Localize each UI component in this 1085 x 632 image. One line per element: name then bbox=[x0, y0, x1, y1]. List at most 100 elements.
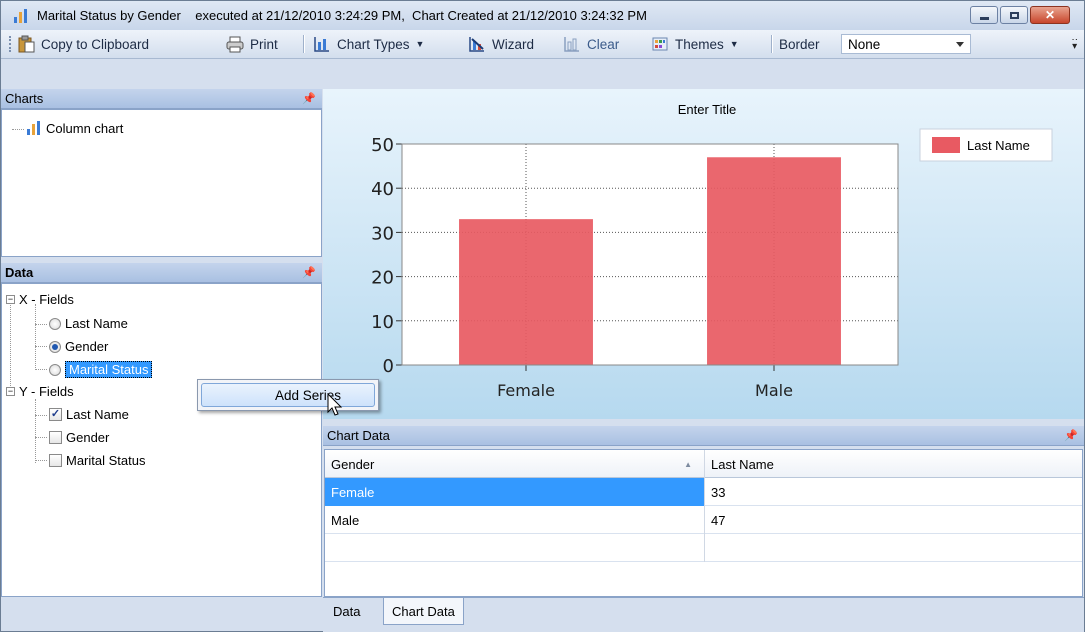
bar-chart-icon bbox=[14, 9, 27, 23]
border-label: Border bbox=[779, 30, 820, 58]
x-field-gender[interactable]: Gender bbox=[49, 339, 108, 354]
cell-last-name[interactable]: 33 bbox=[705, 478, 1082, 506]
x-tick-label: Female bbox=[497, 381, 555, 400]
tree-line bbox=[35, 460, 47, 461]
column-header-label: Gender bbox=[331, 456, 375, 472]
tree-line bbox=[10, 302, 11, 394]
grid-header-row: Gender ▲ Last Name bbox=[325, 450, 1082, 478]
tree-line bbox=[35, 399, 36, 463]
cell-empty[interactable] bbox=[325, 534, 705, 562]
chart-bar bbox=[707, 157, 841, 365]
cell-last-name[interactable]: 47 bbox=[705, 506, 1082, 534]
mouse-cursor-icon bbox=[327, 393, 343, 416]
sort-ascending-icon: ▲ bbox=[684, 459, 692, 469]
themes-button[interactable]: Themes ▼ bbox=[651, 30, 739, 58]
radio-last-name[interactable] bbox=[49, 317, 61, 330]
y-field-last-name[interactable]: ✓ Last Name bbox=[49, 407, 129, 422]
y-fields-node[interactable]: − Y - Fields bbox=[6, 384, 74, 399]
maximize-button[interactable] bbox=[1000, 6, 1028, 24]
column-chart: Enter Title 0 10 20 30 40 50 Female Male Last N… bbox=[371, 102, 1053, 400]
close-button[interactable]: ✕ bbox=[1030, 6, 1070, 24]
cell-gender[interactable]: Female bbox=[325, 478, 705, 506]
chart-data-panel-title: Chart Data bbox=[327, 428, 390, 443]
checkbox-gender[interactable] bbox=[49, 431, 62, 444]
wizard-icon bbox=[469, 37, 484, 52]
wizard-button[interactable]: Wizard bbox=[468, 30, 534, 58]
title-bar: Marital Status by Gender executed at 21/… bbox=[1, 1, 1084, 31]
printer-icon bbox=[226, 36, 244, 53]
copy-to-clipboard-button[interactable]: Copy to Clipboard bbox=[17, 30, 149, 58]
toolbar-overflow-button[interactable]: ‥ ▾ bbox=[1071, 33, 1078, 52]
chart-types-button[interactable]: Chart Types ▼ bbox=[313, 30, 424, 58]
radio-gender[interactable] bbox=[49, 340, 61, 353]
tree-item-column-chart[interactable]: Column chart bbox=[26, 120, 123, 136]
y-tick-label: 0 bbox=[383, 356, 394, 377]
charts-panel-header: Charts 📌 bbox=[1, 89, 322, 109]
table-row-new[interactable] bbox=[325, 534, 1082, 562]
x-tick-label: Male bbox=[755, 381, 793, 400]
y-field-gender[interactable]: Gender bbox=[49, 430, 109, 445]
y-tick-label: 10 bbox=[371, 312, 394, 333]
charts-panel-title: Charts bbox=[5, 91, 44, 106]
tab-data[interactable]: Data bbox=[325, 598, 368, 625]
copy-label: Copy to Clipboard bbox=[41, 36, 150, 52]
tree-line bbox=[35, 304, 36, 368]
table-row[interactable]: Female 33 bbox=[325, 478, 1082, 506]
bottom-tab-strip: Data Chart Data bbox=[323, 597, 1084, 632]
minimize-button[interactable] bbox=[970, 6, 998, 24]
toolbar-separator bbox=[771, 35, 773, 53]
chart-legend[interactable]: Last Name bbox=[919, 128, 1053, 162]
print-label: Print bbox=[250, 36, 278, 52]
window-title: Marital Status by Gender executed at 21/… bbox=[37, 8, 647, 23]
x-fields-label: X - Fields bbox=[19, 292, 74, 307]
chevron-down-icon: ▼ bbox=[415, 39, 425, 49]
collapse-icon[interactable]: − bbox=[6, 295, 15, 304]
bar-chart-icon bbox=[27, 121, 40, 135]
pin-icon[interactable]: 📌 bbox=[1064, 429, 1078, 442]
chart-data-panel-header: Chart Data 📌 bbox=[323, 426, 1084, 446]
y-tick-label: 50 bbox=[371, 135, 394, 156]
x-field-last-name[interactable]: Last Name bbox=[49, 316, 128, 331]
checkbox-marital-status[interactable] bbox=[49, 454, 62, 467]
border-select[interactable]: None bbox=[841, 34, 971, 54]
y-tick-label: 20 bbox=[371, 268, 394, 289]
x-field-marital-status[interactable]: Marital Status bbox=[49, 361, 153, 378]
y-field-label: Gender bbox=[66, 430, 110, 445]
print-button[interactable]: Print bbox=[226, 30, 278, 58]
column-header-gender[interactable]: Gender ▲ bbox=[325, 450, 705, 478]
add-series-menu-item[interactable]: Add Series bbox=[201, 383, 375, 407]
x-fields-node[interactable]: − X - Fields bbox=[6, 292, 74, 307]
tree-line bbox=[12, 129, 24, 130]
chart-title[interactable]: Enter Title bbox=[678, 102, 737, 117]
toolbar: Copy to Clipboard Print Chart Types ▼ Wi… bbox=[1, 30, 1084, 59]
clear-button[interactable]: Clear bbox=[563, 30, 619, 58]
collapse-icon[interactable]: − bbox=[6, 387, 15, 396]
tab-chart-data[interactable]: Chart Data bbox=[383, 598, 464, 625]
column-header-label: Last Name bbox=[711, 456, 774, 472]
charts-panel: Column chart bbox=[1, 109, 322, 257]
radio-marital-status[interactable] bbox=[49, 363, 61, 376]
cell-gender[interactable]: Male bbox=[325, 506, 705, 534]
column-header-last-name[interactable]: Last Name bbox=[705, 450, 1082, 478]
clear-label: Clear bbox=[587, 36, 620, 52]
data-panel: − X - Fields Last Name Gender Marital St… bbox=[1, 283, 322, 597]
clipboard-icon bbox=[18, 35, 35, 53]
checkbox-last-name[interactable]: ✓ bbox=[49, 408, 62, 421]
table-row[interactable]: Male 47 bbox=[325, 506, 1082, 534]
x-field-label: Last Name bbox=[65, 316, 128, 331]
themes-label: Themes bbox=[675, 36, 724, 52]
chart-data-grid: Gender ▲ Last Name Female 33 Male 47 bbox=[324, 449, 1083, 597]
data-panel-title: Data bbox=[5, 265, 34, 280]
pin-icon[interactable]: 📌 bbox=[302, 266, 316, 279]
x-field-label: Gender bbox=[65, 339, 109, 354]
border-label-text: Border bbox=[779, 36, 820, 52]
tree-line bbox=[35, 346, 47, 347]
chart-area: Enter Title 0 10 20 30 40 50 Female Male Last N… bbox=[323, 89, 1084, 419]
pin-icon[interactable]: 📌 bbox=[302, 92, 316, 105]
y-field-marital-status[interactable]: Marital Status bbox=[49, 453, 145, 468]
toolbar-grip[interactable] bbox=[9, 36, 13, 52]
cell-empty[interactable] bbox=[705, 534, 1082, 562]
tree-line bbox=[35, 437, 47, 438]
y-tick-label: 30 bbox=[371, 223, 394, 244]
y-field-label: Marital Status bbox=[66, 453, 146, 468]
